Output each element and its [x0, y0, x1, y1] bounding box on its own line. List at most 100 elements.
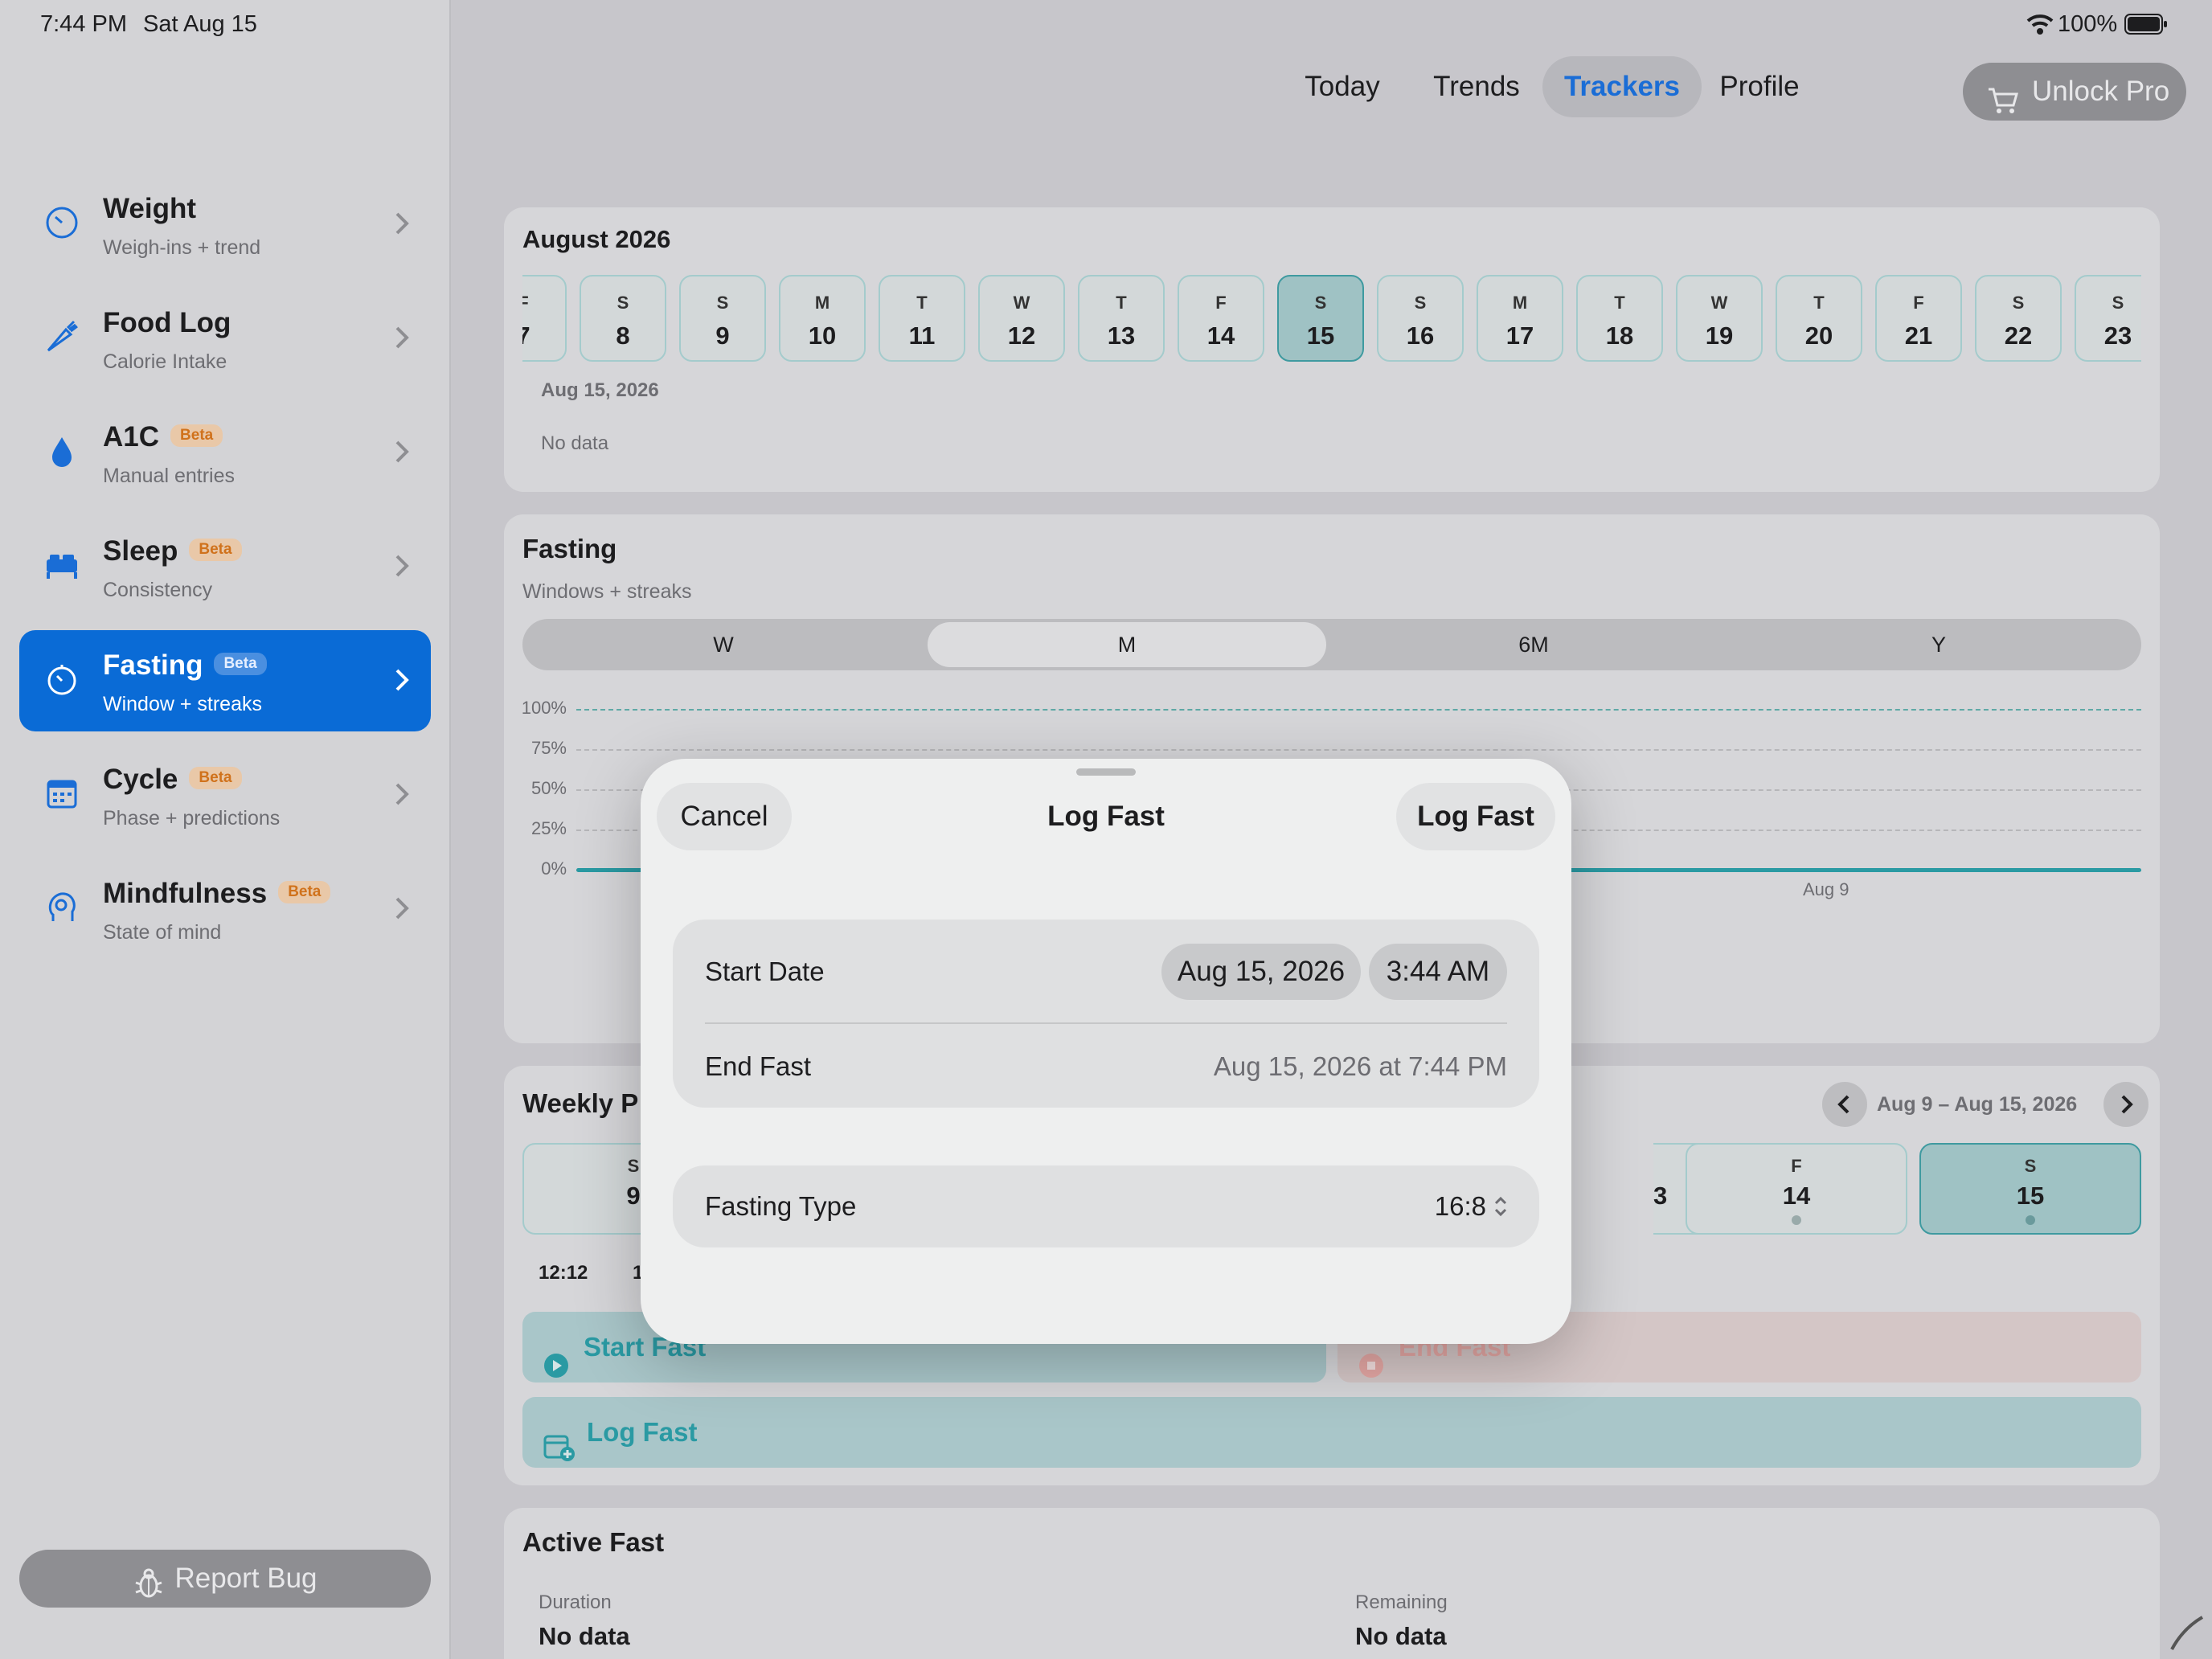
calendar-day[interactable]: M 17	[1477, 275, 1563, 362]
chevron-right-icon	[392, 209, 412, 238]
calendar-day[interactable]: T 20	[1776, 275, 1862, 362]
tab-trackers[interactable]: Trackers	[1542, 56, 1702, 117]
range-y[interactable]: Y	[1738, 619, 2140, 670]
calendar-day[interactable]: W 19	[1676, 275, 1763, 362]
day-number: 21	[1904, 322, 1933, 350]
chevron-right-icon	[2121, 1095, 2133, 1114]
range-picker: W M 6M Y	[522, 619, 2141, 670]
calendar-day[interactable]: W 12	[978, 275, 1065, 362]
day-letter: W	[1013, 293, 1030, 313]
sidebar-item-mindfulness[interactable]: Mindfulness Beta State of mind	[19, 858, 431, 960]
sidebar-item-title: Food Log	[103, 307, 231, 338]
log-fast-label: Log Fast	[587, 1417, 698, 1447]
start-date-picker[interactable]: Aug 15, 2026	[1161, 944, 1361, 1000]
start-date-label: Start Date	[705, 956, 825, 986]
chevron-right-icon	[392, 894, 412, 923]
calendar-day[interactable]: S 23	[2075, 275, 2141, 362]
fasting-subtitle: Windows + streaks	[522, 580, 692, 603]
beta-badge: Beta	[189, 766, 242, 789]
y-tick-label: 0%	[541, 858, 567, 879]
wifi-icon	[2026, 13, 2054, 35]
day-letter: T	[1116, 293, 1127, 313]
end-fast-value: Aug 15, 2026 at 7:44 PM	[1213, 1051, 1507, 1081]
day-strip[interactable]: F 7 S 8 S 9 M 10 T 11 W 12 T 13 F 14 S 15 S 16 M 17 T 18 W 19 T 20 F…	[522, 207, 2141, 384]
active-fast-card: Active Fast Duration No data Remaining N…	[504, 1508, 2160, 1659]
unlock-pro-button[interactable]: Unlock Pro	[1963, 63, 2186, 121]
tab-profile[interactable]: Profile	[1711, 56, 1808, 117]
range-6m[interactable]: 6M	[1333, 619, 1735, 670]
sidebar-item-title: Mindfulness Beta	[103, 878, 331, 910]
calendar-card: August 2026 F 7 S 8 S 9 M 10 T 11 W 12 T 13 F 14 S 15 S 16 M…	[504, 207, 2160, 492]
day-number: 14	[1206, 322, 1235, 350]
day-number: 22	[2004, 322, 2033, 350]
sidebar-item-subtitle: Weigh-ins + trend	[103, 236, 261, 259]
day-letter: T	[916, 293, 928, 313]
sidebar-item-cycle[interactable]: Cycle Beta Phase + predictions	[19, 744, 431, 846]
sheet-grabber[interactable]	[1076, 768, 1136, 776]
fasting-type-row[interactable]: Fasting Type 16:8	[673, 1165, 1539, 1247]
confirm-log-fast-button[interactable]: Log Fast	[1396, 783, 1555, 850]
sidebar-item-a1c[interactable]: A1C Beta Manual entries	[19, 402, 431, 503]
day-number: 10	[808, 322, 837, 350]
day-letter: T	[1813, 293, 1825, 313]
calendar-day[interactable]: M 10	[779, 275, 866, 362]
sidebar-item-food-log[interactable]: Food Log Calorie Intake	[19, 288, 431, 389]
duration-value: No data	[539, 1622, 630, 1650]
week-day-selected[interactable]: S 15	[1919, 1143, 2141, 1235]
chevron-right-icon	[392, 780, 412, 809]
sidebar-item-subtitle: Calorie Intake	[103, 350, 227, 373]
calendar-day[interactable]: S9	[679, 275, 766, 362]
calendar-day[interactable]: S 16	[1377, 275, 1464, 362]
day-letter: S	[2112, 293, 2124, 313]
beta-badge: Beta	[214, 652, 267, 675]
next-week-button[interactable]	[2103, 1082, 2149, 1127]
battery-percent: 100%	[2058, 11, 2118, 37]
tab-trends[interactable]: Trends	[1420, 56, 1533, 117]
tab-today[interactable]: Today	[1285, 56, 1399, 117]
calendar-day[interactable]: S 22	[1975, 275, 2062, 362]
day-dot	[1792, 1215, 1801, 1225]
sidebar-item-sleep[interactable]: Sleep Beta Consistency	[19, 516, 431, 617]
remaining-label: Remaining	[1355, 1591, 1448, 1613]
sidebar-item-title: Cycle Beta	[103, 764, 242, 796]
start-time-picker[interactable]: 3:44 AM	[1369, 944, 1507, 1000]
calendar-day[interactable]: F 21	[1875, 275, 1962, 362]
carrot-icon	[43, 318, 80, 355]
weekly-title: Weekly P	[522, 1088, 639, 1118]
calendar-day[interactable]: T 13	[1078, 275, 1165, 362]
range-m[interactable]: M	[928, 622, 1326, 667]
report-bug-button[interactable]: Report Bug	[19, 1550, 431, 1608]
log-fast-button[interactable]: Log Fast	[522, 1397, 2141, 1468]
calendar-day[interactable]: T 18	[1576, 275, 1663, 362]
day-letter: S	[1414, 293, 1427, 313]
week-day[interactable]: F 14	[1686, 1143, 1907, 1235]
day-letter: F	[1913, 293, 1924, 313]
calendar-day[interactable]: S 15	[1277, 275, 1364, 362]
sidebar-item-weight[interactable]: Weight Weigh-ins + trend	[19, 174, 431, 275]
sidebar-item-fasting[interactable]: Fasting Beta Window + streaks	[19, 630, 431, 731]
fasting-title: Fasting	[522, 534, 617, 563]
sidebar-item-subtitle: Manual entries	[103, 465, 235, 487]
day-letter: M	[814, 293, 830, 313]
battery-icon	[2124, 13, 2168, 35]
calendar-day[interactable]: F 14	[1178, 275, 1264, 362]
day-letter: S	[616, 293, 629, 313]
plan-chip[interactable]: 12:12	[539, 1262, 588, 1284]
calendar-day[interactable]: T 11	[879, 275, 965, 362]
day-letter: S	[1314, 293, 1327, 313]
sidebar-item-title: A1C Beta	[103, 421, 223, 453]
y-tick-label: 50%	[530, 778, 567, 798]
prev-week-button[interactable]	[1822, 1082, 1867, 1127]
day-number: 17	[1505, 322, 1534, 350]
divider	[705, 1022, 1507, 1024]
range-w[interactable]: W	[522, 619, 924, 670]
y-tick-label: 100%	[521, 698, 567, 718]
timer-icon	[43, 661, 80, 698]
calendar-day[interactable]: F7	[522, 275, 567, 362]
cancel-button[interactable]: Cancel	[657, 783, 792, 850]
day-letter: F	[522, 293, 529, 313]
selected-date: Aug 15, 2026	[541, 379, 659, 401]
day-number: 9	[715, 322, 730, 350]
day-dot	[2026, 1215, 2035, 1225]
calendar-day[interactable]: S8	[580, 275, 666, 362]
